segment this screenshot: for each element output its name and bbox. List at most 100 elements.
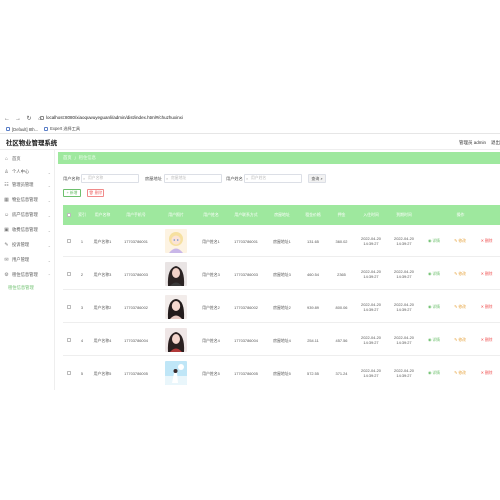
delete-row-button[interactable]: ✕ 删除 (473, 357, 500, 389)
cell-rent: 572.55 (307, 370, 319, 376)
cell-photo (156, 291, 196, 323)
cell-start: 2022-04-20 14:39:27 (361, 269, 381, 279)
row-select-cell[interactable] (63, 225, 75, 257)
sidebar-item-label: 投诉管理 (12, 242, 30, 247)
username-search-input[interactable]: ⌕ 用户名称 (81, 174, 139, 183)
cell-username: 用户名称2 (93, 304, 112, 310)
table-header: 索引 用户名称 用户手机号 用户照片 用户姓名 用户联系方式 房屋地址 租金价格… (63, 205, 500, 225)
cell-address: 房屋地址3 (273, 271, 291, 277)
cell-contact: 17703786004 (234, 337, 258, 343)
breadcrumb: 首页 / 租住信息 (58, 152, 500, 164)
cell-index: 2 (80, 271, 84, 277)
edit-icon: ✎ (454, 271, 458, 276)
edit-button[interactable]: ✎ 修改 (447, 258, 473, 290)
view-button[interactable]: ◉ 详情 (421, 225, 447, 257)
address-search-input[interactable]: ⌕ 房屋地址 (164, 174, 222, 183)
view-button[interactable]: ◉ 详情 (421, 324, 447, 356)
cell-owner: 用户姓名1 (202, 238, 220, 244)
table-row: 2 用户名称3 17703786003 用户姓名3 17703786003 房屋… (63, 258, 500, 290)
address-bar: ← → ↻ ⌂ localhost:8080/xiaoquwuyeguanli/… (0, 114, 500, 123)
search-icon: ⌕ (83, 176, 86, 181)
cell-contact: 17703786002 (234, 304, 258, 310)
view-button[interactable]: ◉ 详情 (421, 357, 447, 389)
cell-rent: 131.65 (307, 238, 319, 244)
edit-button[interactable]: ✎ 修改 (447, 324, 473, 356)
cell-phone: 17703786002 (124, 304, 148, 310)
breadcrumb-current: 租住信息 (78, 155, 96, 160)
row-select-cell[interactable] (63, 258, 75, 290)
view-button[interactable]: ◉ 详情 (421, 258, 447, 290)
logout-link[interactable]: 退出 (491, 140, 500, 146)
sidebar-subitem-rental[interactable]: 租住信息管理 (0, 283, 55, 293)
row-checkbox[interactable] (67, 305, 71, 309)
breadcrumb-separator: / (74, 155, 76, 161)
community-icon: ▦ (4, 196, 9, 203)
edit-button[interactable]: ✎ 修改 (447, 225, 473, 257)
cell-address: 房屋地址2 (273, 304, 291, 310)
row-select-cell[interactable] (63, 291, 75, 323)
sidebar-item-rental[interactable]: ⚙ 租住信息管理 ⌃ (0, 270, 55, 280)
sidebar-item-users[interactable]: ✉ 用户管理 ⌄ (0, 255, 55, 265)
search-icon: ⌕ (166, 176, 169, 181)
edit-label: 修改 (458, 238, 466, 243)
row-select-cell[interactable] (63, 324, 75, 356)
cell-address: 房屋地址5 (273, 370, 291, 376)
select-all-cell[interactable] (63, 205, 75, 225)
delete-row-button[interactable]: ✕ 删除 (473, 225, 500, 257)
chevron-down-icon: ⌄ (47, 197, 51, 203)
edit-icon: ✎ (454, 370, 458, 375)
add-button[interactable]: + 新增 (63, 189, 81, 197)
header-address: 房屋地址 (274, 211, 290, 217)
sidebar-item-complaints[interactable]: ✎ 投诉管理 ⌄ (0, 240, 55, 250)
lock-icon (40, 115, 44, 120)
cell-deposit: 2365 (337, 271, 346, 277)
edit-button[interactable]: ✎ 修改 (447, 291, 473, 323)
delete-label: 删除 (484, 370, 493, 375)
delete-button[interactable]: 🗑 删除 (87, 189, 104, 197)
chevron-down-icon: ⌄ (47, 257, 51, 263)
edit-button[interactable]: ✎ 修改 (447, 357, 473, 389)
breadcrumb-home[interactable]: 首页 (63, 155, 72, 161)
delete-row-button[interactable]: ✕ 删除 (473, 291, 500, 323)
cell-start: 2022-04-20 14:39:27 (361, 368, 381, 378)
owner-search-input[interactable]: ⌕ 用户姓名 (244, 174, 302, 183)
delete-row-button[interactable]: ✕ 删除 (473, 324, 500, 356)
sidebar-item-profile[interactable]: ♙ 个人中心 ⌄ (0, 167, 55, 177)
header-index: 索引 (78, 211, 86, 217)
cell-phone: 17703786005 (124, 370, 148, 376)
notice-icon: ✉ (4, 256, 9, 263)
placeholder: 用户姓名 (251, 176, 267, 180)
back-icon[interactable]: ← (3, 115, 11, 123)
folder-icon (44, 127, 49, 131)
cell-deposit: 800.06 (335, 304, 348, 310)
view-button[interactable]: ◉ 详情 (421, 291, 447, 323)
row-checkbox[interactable] (67, 272, 71, 276)
forward-icon[interactable]: → (14, 115, 22, 123)
view-label: 详情 (432, 271, 440, 276)
sidebar: ⌂ 首页 ♙ 个人中心 ⌄ ☷ 管理员管理 ⌄ ▦ 物业信息管理 ⌄ ☺ 房产信息管理 ⌄ ▣ 收费… (0, 150, 55, 390)
sidebar-item-fees[interactable]: ▣ 收费信息管理 ⌄ (0, 225, 55, 235)
header-end: 到期时间 (396, 211, 412, 217)
search-icon: ⌕ (320, 176, 323, 181)
sidebar-item-admin[interactable]: ☷ 管理员管理 ⌄ (0, 180, 55, 190)
bookmark-default[interactable]: [Default] 8th... (6, 127, 38, 132)
trash-icon: ✕ (480, 370, 484, 375)
sidebar-item-house[interactable]: ☺ 房产信息管理 ⌄ (0, 210, 55, 220)
reload-icon[interactable]: ↻ (25, 115, 33, 123)
row-checkbox[interactable] (67, 239, 71, 243)
url-field[interactable]: localhost:8080/xiaoquwuyeguanli/admin/di… (40, 114, 480, 122)
search-button[interactable]: 查询 ⌕ (308, 174, 326, 183)
header-phone: 用户手机号 (126, 211, 146, 217)
cell-end: 2022-04-20 14:39:27 (394, 236, 414, 246)
sidebar-item-property[interactable]: ▦ 物业信息管理 ⌄ (0, 195, 55, 205)
row-checkbox[interactable] (67, 371, 71, 375)
row-select-cell[interactable] (63, 357, 75, 389)
sidebar-item-home[interactable]: ⌂ 首页 (0, 154, 55, 164)
delete-row-button[interactable]: ✕ 删除 (473, 258, 500, 290)
row-checkbox[interactable] (67, 338, 71, 342)
bookmark-expert[interactable]: Expert 选择工具 (44, 126, 80, 132)
delete-label: 删除 (484, 271, 493, 276)
select-all-checkbox[interactable] (67, 213, 71, 217)
cell-index: 5 (80, 370, 84, 376)
cell-start: 2022-04-20 14:39:27 (361, 302, 381, 312)
